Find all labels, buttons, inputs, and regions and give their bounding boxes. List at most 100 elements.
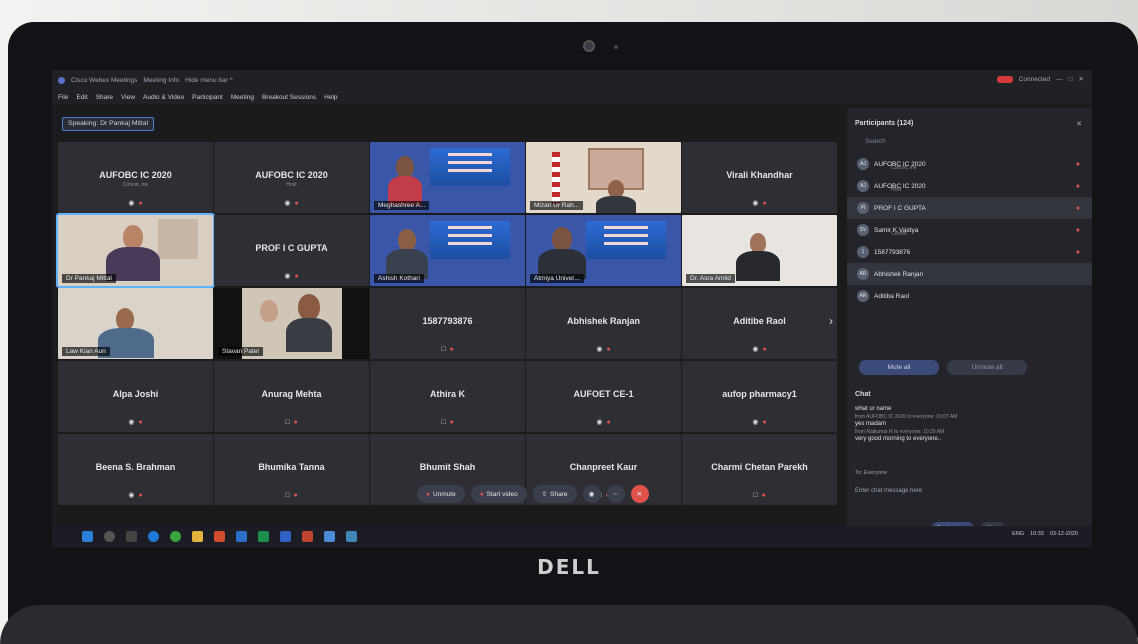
- participant-video[interactable]: Dr. Asra Amlid: [682, 215, 837, 286]
- menu-participant[interactable]: Participant: [192, 94, 223, 101]
- connection-indicator: [996, 75, 1013, 83]
- next-page-arrow-icon[interactable]: ›: [829, 314, 833, 328]
- mic-muted-icon: ●: [1075, 182, 1080, 190]
- menu-share[interactable]: Share: [96, 94, 113, 101]
- tile-name: AUFOBC IC 2020: [255, 170, 328, 180]
- participant-row[interactable]: AJ AUFOBC IC 2020 Cohost, me ●: [847, 153, 1092, 175]
- avatar: AR: [857, 290, 869, 302]
- chat-message: yes madam: [855, 421, 887, 427]
- menu-meeting[interactable]: Meeting: [231, 94, 254, 101]
- task-view-icon[interactable]: [126, 531, 137, 542]
- tile-audio-icons: ◉●: [284, 273, 299, 280]
- menu-edit[interactable]: Edit: [76, 94, 87, 101]
- participant-tile[interactable]: PROF I C GUPTA ◉ ●: [214, 215, 369, 286]
- participant-video[interactable]: Meghashree A...: [370, 142, 525, 213]
- powerpoint-icon[interactable]: [214, 531, 225, 542]
- participant-tile[interactable]: Anurag Mehta □ ●: [214, 361, 369, 432]
- menu-view[interactable]: View: [121, 94, 135, 101]
- chat-input[interactable]: Enter chat message here: [855, 488, 922, 494]
- connected-label: Connected: [1018, 75, 1051, 83]
- start-icon[interactable]: [82, 531, 93, 542]
- participant-row[interactable]: AJ AUFOBC IC 2020 Host ●: [847, 175, 1092, 197]
- close-icon[interactable]: ✕: [1076, 120, 1082, 128]
- participant-video[interactable]: Law Kian Aun: [58, 288, 213, 359]
- mic-muted-icon: ●: [426, 490, 430, 498]
- person-face: [750, 233, 766, 253]
- participant-video-active[interactable]: Dr Pankaj Mittal: [56, 213, 215, 288]
- participant-tile[interactable]: Aditibe Raol ◉ ● ›: [682, 288, 837, 359]
- participant-tile[interactable]: AUFOBC IC 2020 Host ◉ ●: [214, 142, 369, 213]
- tile-name: Aditibe Raol: [733, 316, 786, 326]
- participant-row[interactable]: AR Aditiba Raol: [847, 285, 1092, 307]
- meeting-info-link[interactable]: Meeting Info: [143, 77, 179, 84]
- tile-audio-icons: ◉●: [284, 200, 299, 207]
- share-button[interactable]: ⇧ Share: [532, 485, 577, 503]
- laptop-screen: Cisco Webex Meetings Meeting Info Hide m…: [52, 70, 1092, 547]
- participant-video[interactable]: Mizan Ur Rah...: [526, 142, 681, 213]
- participant-tile[interactable]: Alpa Joshi ◉ ●: [58, 361, 213, 432]
- chrome-icon[interactable]: [170, 531, 181, 542]
- word-icon[interactable]: [236, 531, 247, 542]
- participant-search-input[interactable]: Search: [855, 138, 1083, 152]
- menu-breakout[interactable]: Breakout Sessions: [262, 94, 316, 101]
- close-icon[interactable]: ✕: [1079, 75, 1084, 83]
- chat-recipient-select[interactable]: To: Everyone: [855, 470, 887, 476]
- tile-name: Alpa Joshi: [112, 389, 159, 399]
- participant-name: Abhishek Ranjan: [874, 270, 924, 278]
- unmute-all-button[interactable]: Unmute all: [947, 360, 1027, 375]
- participant-tile[interactable]: AUFOET CE-1 ◉ ●: [526, 361, 681, 432]
- hide-menu-bar-link[interactable]: Hide menu bar ^: [185, 77, 233, 84]
- participant-tile[interactable]: Bhumika Tanna □ ●: [214, 434, 369, 505]
- photos-icon[interactable]: [346, 531, 357, 542]
- menu-help[interactable]: Help: [324, 94, 337, 101]
- share-icon: ⇧: [541, 491, 548, 498]
- start-video-button[interactable]: ● Start video: [470, 485, 527, 503]
- participant-tile[interactable]: Charmi Chetan Parekh □ ●: [682, 434, 837, 505]
- participant-tile[interactable]: AUFOBC IC 2020 Cohost, me ◉ ●: [58, 142, 213, 213]
- webex-icon[interactable]: [324, 531, 335, 542]
- close-icon: ✕: [636, 491, 643, 498]
- menu-file[interactable]: File: [58, 94, 68, 101]
- end-meeting-button[interactable]: ✕: [630, 485, 649, 503]
- edge-icon[interactable]: [148, 531, 159, 542]
- participant-list: AJ AUFOBC IC 2020 Cohost, me ● AJ AUFOBC IC …: [847, 153, 1092, 307]
- laptop-base: [0, 605, 1138, 644]
- menu-audio-video[interactable]: Audio & Video: [143, 94, 184, 101]
- app-icon[interactable]: [302, 531, 313, 542]
- participant-tile[interactable]: Virali Khandhar ◉ ●: [682, 142, 837, 213]
- participant-row[interactable]: 1 1587793876 ●: [847, 241, 1092, 263]
- menu-bar: File Edit Share View Audio & Video Parti…: [52, 90, 1092, 104]
- system-tray: ENG 10:33 03-12-2020: [1012, 531, 1078, 537]
- maximize-icon[interactable]: □: [1069, 76, 1073, 83]
- tile-name: Atmiya Univer...: [530, 274, 584, 283]
- participant-tile[interactable]: Athira K □ ●: [370, 361, 525, 432]
- outlook-icon[interactable]: [280, 531, 291, 542]
- participant-row[interactable]: SV Samir K Vaidya Cohost ●: [847, 219, 1092, 241]
- minimize-icon[interactable]: —: [1056, 76, 1063, 83]
- participant-video[interactable]: Atmiya Univer...: [526, 215, 681, 286]
- unmute-button[interactable]: ● Unmute: [417, 485, 465, 503]
- more-options-button[interactable]: ⋯: [606, 485, 625, 503]
- record-button[interactable]: ◉: [582, 485, 601, 503]
- participant-tile[interactable]: Beena S. Brahman ◉ ●: [58, 434, 213, 505]
- participant-tile[interactable]: Abhishek Ranjan ◉ ●: [526, 288, 681, 359]
- participant-row[interactable]: AR Abhishek Ranjan: [847, 263, 1092, 285]
- tile-sub: Cohost, me: [122, 182, 149, 188]
- excel-icon[interactable]: [258, 531, 269, 542]
- search-icon[interactable]: [104, 531, 115, 542]
- person-face: [260, 300, 278, 322]
- participant-tile[interactable]: 1587793876 □ ●: [370, 288, 525, 359]
- tile-name: Chanpreet Kaur: [569, 462, 638, 472]
- participant-tile[interactable]: aufop pharmacy1 ◉ ●: [682, 361, 837, 432]
- webcam: [583, 40, 595, 52]
- mute-all-button[interactable]: Mute all: [859, 360, 939, 375]
- folder-icon[interactable]: [192, 531, 203, 542]
- participant-video[interactable]: Ashish Kothari: [370, 215, 525, 286]
- participant-video[interactable]: Stavan Patel: [214, 288, 369, 359]
- meeting-controls: ● Unmute ● Start video ⇧ Share ◉ ⋯ ✕: [417, 485, 649, 503]
- mic-muted-icon: ●: [1075, 248, 1080, 256]
- tile-name: Dr Pankaj Mittal: [62, 274, 116, 283]
- avatar: AJ: [857, 158, 869, 170]
- share-label: Share: [550, 490, 568, 498]
- participant-row[interactable]: PI PROF I C GUPTA ●: [847, 197, 1092, 219]
